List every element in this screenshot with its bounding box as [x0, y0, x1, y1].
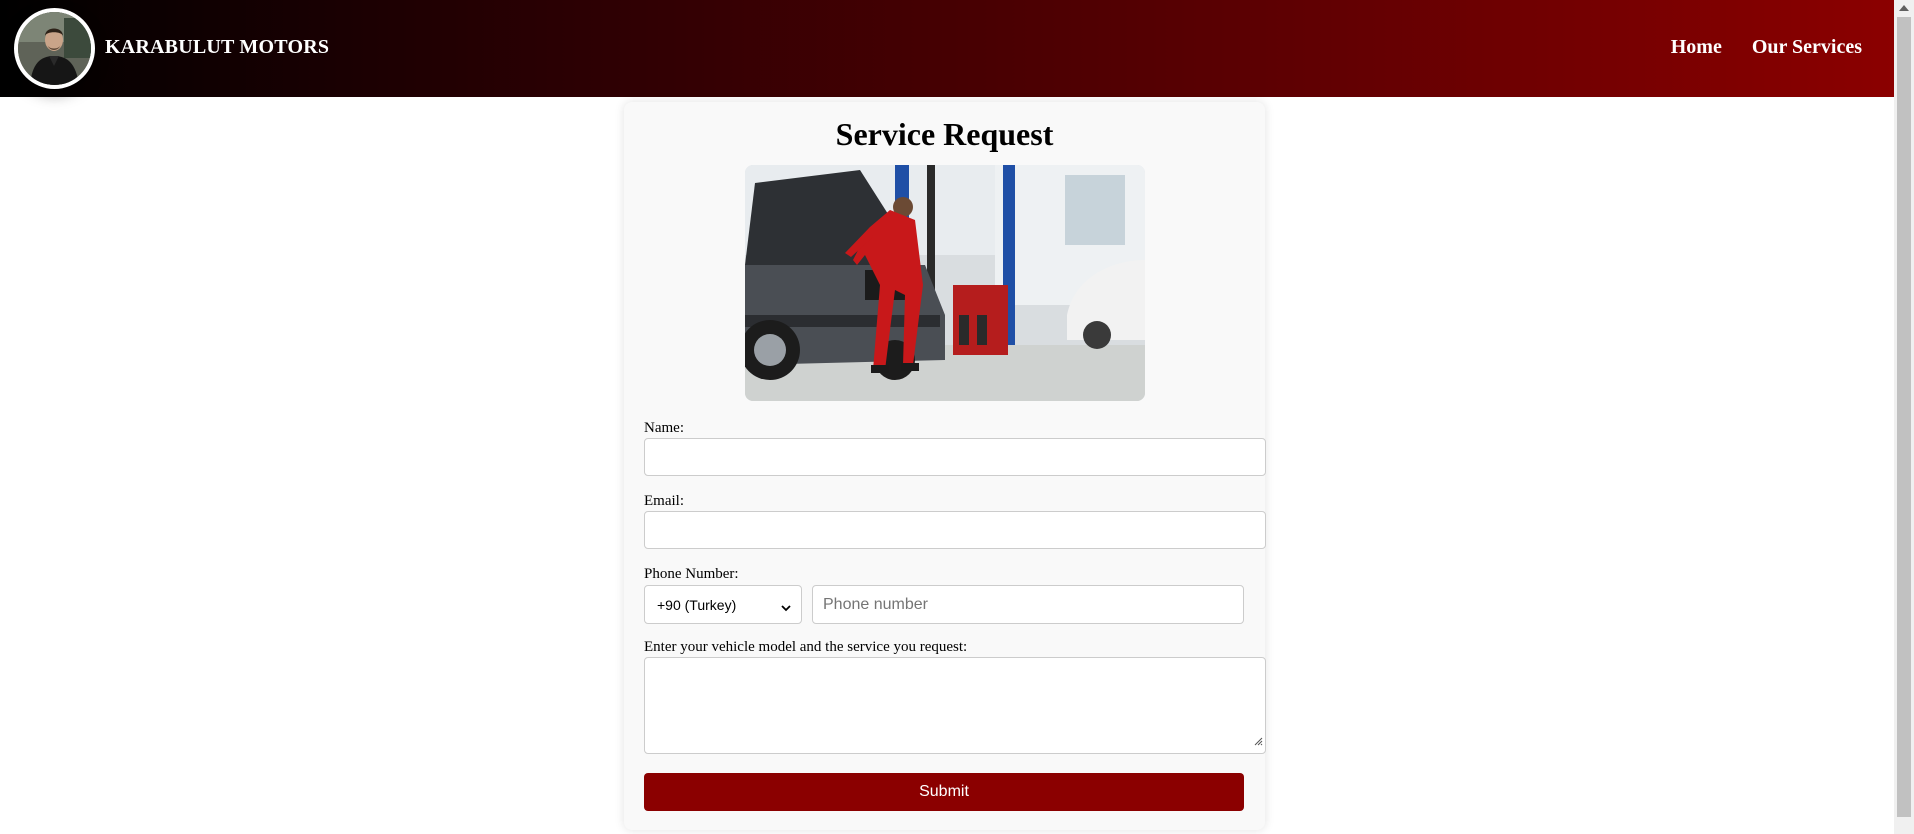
email-input[interactable] [644, 511, 1266, 549]
brand-name[interactable]: KARABULUT MOTORS [105, 36, 329, 59]
scroll-up-arrow-icon[interactable] [1894, 0, 1914, 16]
request-label: Enter your vehicle model and the service… [644, 639, 968, 655]
phone-number-input[interactable]: Phone number [812, 585, 1244, 624]
phone-label: Phone Number: [644, 566, 739, 582]
phone-number-placeholder: Phone number [823, 595, 928, 613]
request-textarea[interactable] [644, 657, 1266, 754]
email-label: Email: [644, 493, 684, 509]
profile-logo[interactable] [14, 8, 95, 89]
profile-photo [18, 12, 91, 85]
page-scrollbar[interactable] [1894, 0, 1914, 834]
main-nav: Home Our Services [1671, 36, 1862, 59]
page-title: Service Request [835, 116, 1054, 152]
nav-home[interactable]: Home [1671, 36, 1722, 59]
name-label: Name: [644, 420, 684, 436]
nav-our-services[interactable]: Our Services [1752, 36, 1862, 59]
mechanic-photo [745, 165, 1145, 401]
site-header: KARABULUT MOTORS Home Our Services [0, 0, 1894, 97]
scroll-thumb[interactable] [1897, 17, 1911, 817]
name-input[interactable] [644, 438, 1266, 476]
country-code-select[interactable]: +90 (Turkey) [644, 585, 802, 624]
country-code-value: +90 (Turkey) [657, 596, 737, 613]
chevron-down-icon [781, 599, 791, 615]
submit-button[interactable]: Submit [644, 773, 1244, 811]
service-request-card: Service Request Name: Email: Phone Numbe… [624, 102, 1266, 830]
resize-handle-icon[interactable] [1253, 733, 1263, 751]
